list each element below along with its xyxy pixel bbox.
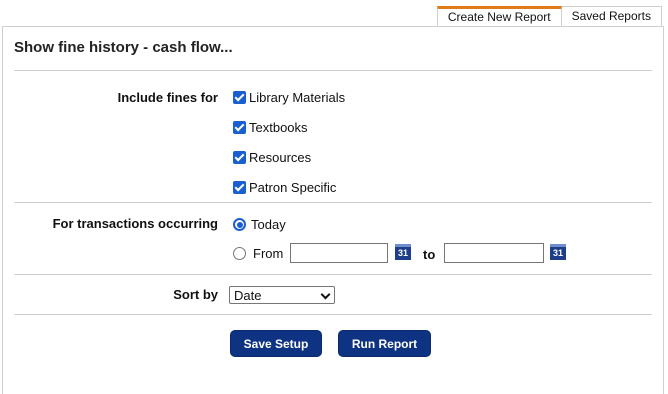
today-label: Today (251, 217, 286, 232)
resources-label: Resources (249, 150, 312, 165)
patron-specific-label: Patron Specific (249, 180, 337, 195)
option-textbooks: Textbooks (233, 120, 308, 135)
run-report-button[interactable]: Run Report (338, 330, 431, 357)
include-fines-label: Include fines for (117, 90, 218, 105)
option-resources: Resources (233, 150, 311, 165)
option-today: Today (233, 217, 286, 232)
textbooks-label: Textbooks (249, 120, 308, 135)
to-date-input[interactable] (444, 243, 544, 263)
today-radio[interactable] (233, 218, 246, 231)
from-date-input[interactable] (290, 243, 388, 263)
option-from: From (233, 246, 283, 261)
tab-create-new-report[interactable]: Create New Report (436, 6, 562, 27)
report-tabs: Create New Report Saved Reports (436, 6, 662, 27)
from-label: From (253, 246, 284, 261)
chevron-down-icon (320, 289, 331, 300)
divider (14, 274, 652, 275)
sort-by-select[interactable]: Date (229, 286, 335, 304)
to-label: to (423, 247, 436, 262)
transactions-label: For transactions occurring (52, 216, 218, 231)
to-calendar-icon[interactable]: 31 (550, 244, 566, 260)
textbooks-checkbox[interactable] (233, 121, 246, 134)
from-calendar-icon[interactable]: 31 (395, 244, 411, 260)
page-title: Show fine history - cash flow... (14, 39, 233, 56)
library-materials-label: Library Materials (249, 90, 346, 105)
tab-saved-reports[interactable]: Saved Reports (561, 6, 662, 27)
option-library-materials: Library Materials (233, 90, 345, 105)
save-setup-button[interactable]: Save Setup (230, 330, 322, 357)
library-materials-checkbox[interactable] (233, 91, 246, 104)
divider (14, 202, 652, 203)
divider (14, 70, 652, 71)
report-panel: Show fine history - cash flow... Include… (2, 26, 664, 394)
patron-specific-checkbox[interactable] (233, 181, 246, 194)
resources-checkbox[interactable] (233, 151, 246, 164)
sort-by-label: Sort by (173, 287, 218, 302)
divider (14, 314, 652, 315)
option-patron-specific: Patron Specific (233, 180, 336, 195)
from-radio[interactable] (233, 247, 246, 260)
sort-by-value: Date (234, 287, 262, 303)
